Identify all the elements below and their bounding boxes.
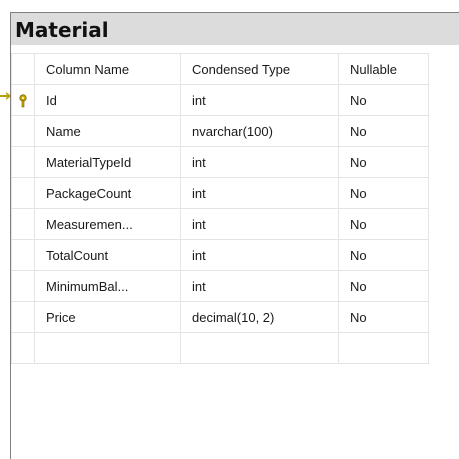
cell-nullable[interactable]: No [338, 84, 429, 116]
cell-column-name[interactable]: Name [34, 115, 181, 147]
table-title: Material [15, 18, 109, 42]
cell-nullable[interactable]: No [338, 115, 429, 147]
cell-condensed-type[interactable]: decimal(10, 2) [180, 301, 339, 333]
cell-nullable[interactable]: No [338, 270, 429, 302]
cell-nullable[interactable] [338, 332, 429, 364]
table-row[interactable]: PackageCount int No [11, 177, 429, 209]
cell-column-name[interactable]: Measuremen... [34, 208, 181, 240]
table-row[interactable]: MinimumBal... int No [11, 270, 429, 302]
table-row[interactable]: Name nvarchar(100) No [11, 115, 429, 147]
row-selector[interactable] [11, 239, 35, 271]
primary-key-icon [19, 94, 27, 108]
row-selector[interactable] [11, 84, 35, 116]
cell-condensed-type[interactable]: int [180, 239, 339, 271]
header-nullable[interactable]: Nullable [338, 53, 429, 85]
table-row[interactable]: Id int No [11, 84, 429, 116]
header-row: Column Name Condensed Type Nullable [11, 53, 429, 85]
cell-nullable[interactable]: No [338, 146, 429, 178]
cell-condensed-type[interactable]: int [180, 270, 339, 302]
cell-nullable[interactable]: No [338, 177, 429, 209]
table-row[interactable]: Measuremen... int No [11, 208, 429, 240]
cell-condensed-type[interactable]: int [180, 84, 339, 116]
row-selector-header [11, 53, 35, 85]
cell-condensed-type[interactable]: int [180, 177, 339, 209]
diagram-canvas[interactable]: Material Column Name Condensed Type Null… [0, 0, 459, 459]
table-row[interactable]: TotalCount int No [11, 239, 429, 271]
columns-body: Id int No Name nvarchar(100) No MaterialTypeId… [11, 84, 429, 364]
row-selector[interactable] [11, 208, 35, 240]
cell-column-name[interactable]: Id [34, 84, 181, 116]
row-selector[interactable] [11, 177, 35, 209]
table-title-bar[interactable]: Material [11, 13, 459, 45]
row-selector[interactable] [11, 301, 35, 333]
row-selector[interactable] [11, 115, 35, 147]
cell-column-name[interactable]: Price [34, 301, 181, 333]
table-row[interactable]: Price decimal(10, 2) No [11, 301, 429, 333]
header-column-name[interactable]: Column Name [34, 53, 181, 85]
row-selector[interactable] [11, 146, 35, 178]
table-row[interactable] [11, 332, 429, 364]
cell-nullable[interactable]: No [338, 208, 429, 240]
table-row[interactable]: MaterialTypeId int No [11, 146, 429, 178]
columns-table: Column Name Condensed Type Nullable Id in… [11, 53, 429, 364]
cell-condensed-type[interactable] [180, 332, 339, 364]
cell-column-name[interactable]: MaterialTypeId [34, 146, 181, 178]
row-selector[interactable] [11, 332, 35, 364]
cell-nullable[interactable]: No [338, 301, 429, 333]
cell-condensed-type[interactable]: int [180, 208, 339, 240]
header-condensed-type[interactable]: Condensed Type [180, 53, 339, 85]
column-grid: Column Name Condensed Type Nullable Id in… [11, 53, 459, 364]
cell-column-name[interactable]: PackageCount [34, 177, 181, 209]
cell-nullable[interactable]: No [338, 239, 429, 271]
cell-condensed-type[interactable]: int [180, 146, 339, 178]
cell-column-name[interactable]: TotalCount [34, 239, 181, 271]
cell-condensed-type[interactable]: nvarchar(100) [180, 115, 339, 147]
cell-column-name[interactable]: MinimumBal... [34, 270, 181, 302]
cell-column-name[interactable] [34, 332, 181, 364]
table-entity-material[interactable]: Material Column Name Condensed Type Null… [10, 12, 459, 459]
row-selector[interactable] [11, 270, 35, 302]
